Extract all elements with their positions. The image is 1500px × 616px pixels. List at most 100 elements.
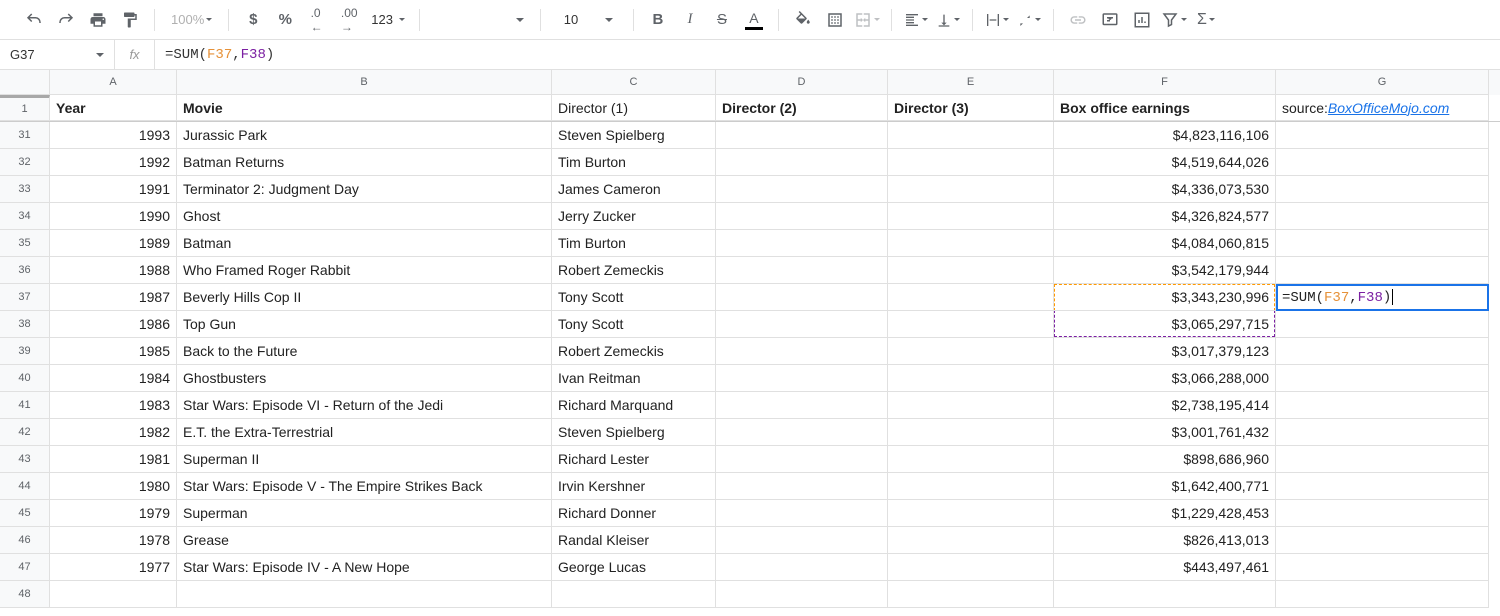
cell-director2[interactable] xyxy=(716,284,888,311)
cell-director3[interactable] xyxy=(888,284,1054,311)
cell-year[interactable]: 1984 xyxy=(50,365,177,392)
cell-movie[interactable]: Who Framed Roger Rabbit xyxy=(177,257,552,284)
cell-g[interactable] xyxy=(1276,500,1489,527)
cell-director3[interactable] xyxy=(888,338,1054,365)
cell-year[interactable]: 1989 xyxy=(50,230,177,257)
cell-D1[interactable]: Director (2) xyxy=(716,95,888,121)
cell-g[interactable] xyxy=(1276,554,1489,581)
cell-director3[interactable] xyxy=(888,230,1054,257)
paint-format-button[interactable] xyxy=(116,6,144,34)
cell-director2[interactable] xyxy=(716,365,888,392)
cell-director2[interactable] xyxy=(716,446,888,473)
cell-director[interactable]: Tim Burton xyxy=(552,149,716,176)
row-header[interactable]: 43 xyxy=(0,446,50,473)
cell-director2[interactable] xyxy=(716,527,888,554)
bold-button[interactable]: B xyxy=(644,6,672,34)
cell-movie[interactable]: Back to the Future xyxy=(177,338,552,365)
cell-year[interactable]: 1991 xyxy=(50,176,177,203)
cell-director[interactable]: Randal Kleiser xyxy=(552,527,716,554)
source-link[interactable]: BoxOfficeMojo.com xyxy=(1328,100,1449,116)
cell-director[interactable]: James Cameron xyxy=(552,176,716,203)
cell-g[interactable] xyxy=(1276,122,1489,149)
redo-button[interactable] xyxy=(52,6,80,34)
row-header-1[interactable]: 1 xyxy=(0,95,50,121)
cell-director3[interactable] xyxy=(888,581,1054,608)
cell-box-office[interactable]: $4,326,824,577 xyxy=(1054,203,1276,230)
row-header[interactable]: 48 xyxy=(0,581,50,608)
borders-button[interactable] xyxy=(821,6,849,34)
cell-movie[interactable]: Ghostbusters xyxy=(177,365,552,392)
text-wrap-button[interactable] xyxy=(983,6,1011,34)
cell-E1[interactable]: Director (3) xyxy=(888,95,1054,121)
increase-decimal-button[interactable]: .00→ xyxy=(335,6,363,34)
row-header[interactable]: 32 xyxy=(0,149,50,176)
cell-director[interactable]: Tony Scott xyxy=(552,284,716,311)
vertical-align-button[interactable] xyxy=(934,6,962,34)
cell-director2[interactable] xyxy=(716,500,888,527)
cell-director[interactable]: Irvin Kershner xyxy=(552,473,716,500)
col-header-E[interactable]: E xyxy=(888,70,1054,95)
cell-box-office[interactable]: $3,066,288,000 xyxy=(1054,365,1276,392)
cell-box-office[interactable]: $3,065,297,715 xyxy=(1054,311,1276,338)
cell-box-office[interactable]: $4,084,060,815 xyxy=(1054,230,1276,257)
cell-director2[interactable] xyxy=(716,554,888,581)
cell-director3[interactable] xyxy=(888,500,1054,527)
col-header-A[interactable]: A xyxy=(50,70,177,95)
cell-movie[interactable]: Top Gun xyxy=(177,311,552,338)
number-format-dropdown[interactable]: 123 xyxy=(367,12,409,27)
cell-year[interactable]: 1985 xyxy=(50,338,177,365)
cell-director2[interactable] xyxy=(716,419,888,446)
cell-director[interactable]: Richard Donner xyxy=(552,500,716,527)
col-header-B[interactable]: B xyxy=(177,70,552,95)
cell-director3[interactable] xyxy=(888,392,1054,419)
cell-director[interactable]: Robert Zemeckis xyxy=(552,257,716,284)
cell-director2[interactable] xyxy=(716,392,888,419)
cell-director3[interactable] xyxy=(888,257,1054,284)
cell-C1[interactable]: Director (1) xyxy=(552,95,716,121)
row-header[interactable]: 40 xyxy=(0,365,50,392)
cell-director[interactable]: Steven Spielberg xyxy=(552,419,716,446)
cell-director3[interactable] xyxy=(888,122,1054,149)
strikethrough-button[interactable]: S xyxy=(708,6,736,34)
cell-director[interactable]: Jerry Zucker xyxy=(552,203,716,230)
cell-director3[interactable] xyxy=(888,527,1054,554)
cell-director[interactable]: George Lucas xyxy=(552,554,716,581)
cell-year[interactable]: 1977 xyxy=(50,554,177,581)
cell-g[interactable] xyxy=(1276,203,1489,230)
italic-button[interactable]: I xyxy=(676,6,704,34)
select-all-corner[interactable] xyxy=(0,70,50,95)
row-header[interactable]: 33 xyxy=(0,176,50,203)
cell-director3[interactable] xyxy=(888,554,1054,581)
cell-director[interactable]: Steven Spielberg xyxy=(552,122,716,149)
cell-box-office[interactable]: $898,686,960 xyxy=(1054,446,1276,473)
cell-year[interactable]: 1990 xyxy=(50,203,177,230)
horizontal-align-button[interactable] xyxy=(902,6,930,34)
cell-B1[interactable]: Movie xyxy=(177,95,552,121)
cell-director[interactable]: Ivan Reitman xyxy=(552,365,716,392)
name-box[interactable]: G37 xyxy=(0,40,115,69)
cell-box-office[interactable]: $443,497,461 xyxy=(1054,554,1276,581)
fill-color-button[interactable] xyxy=(789,6,817,34)
row-header[interactable]: 47 xyxy=(0,554,50,581)
cell-G1[interactable]: source: BoxOfficeMojo.com xyxy=(1276,95,1489,121)
cell-box-office[interactable]: $4,823,116,106 xyxy=(1054,122,1276,149)
filter-button[interactable] xyxy=(1160,6,1188,34)
cell-year[interactable]: 1978 xyxy=(50,527,177,554)
cell-director2[interactable] xyxy=(716,581,888,608)
cell-director[interactable] xyxy=(552,581,716,608)
cell-year[interactable] xyxy=(50,581,177,608)
font-size-caret[interactable] xyxy=(595,6,623,34)
cell-box-office[interactable]: $1,642,400,771 xyxy=(1054,473,1276,500)
cell-director2[interactable] xyxy=(716,149,888,176)
cell-movie[interactable]: Beverly Hills Cop II xyxy=(177,284,552,311)
cell-director2[interactable] xyxy=(716,176,888,203)
cell-director2[interactable] xyxy=(716,473,888,500)
cell-director3[interactable] xyxy=(888,419,1054,446)
cell-box-office[interactable]: $3,017,379,123 xyxy=(1054,338,1276,365)
cell-g[interactable] xyxy=(1276,446,1489,473)
cell-director3[interactable] xyxy=(888,149,1054,176)
cell-year[interactable]: 1980 xyxy=(50,473,177,500)
cell-A1[interactable]: Year xyxy=(50,95,177,121)
col-header-F[interactable]: F xyxy=(1054,70,1276,95)
cell-g[interactable] xyxy=(1276,338,1489,365)
